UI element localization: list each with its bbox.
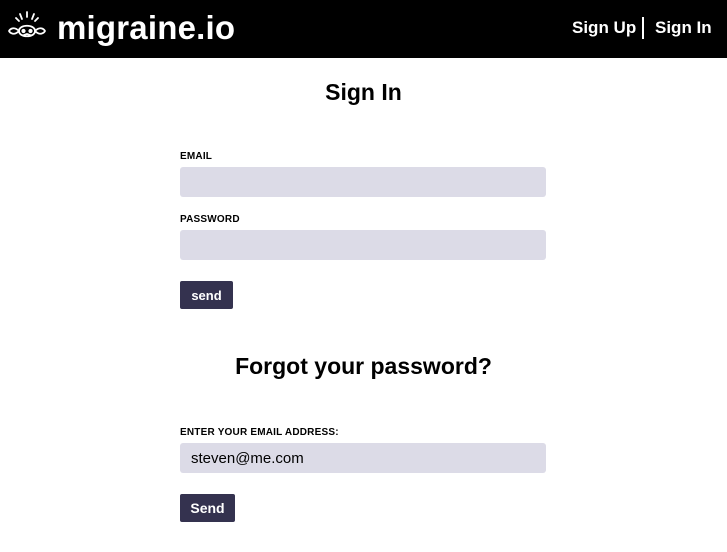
nav-sign-up-link[interactable]: Sign Up <box>572 17 636 39</box>
nav-divider <box>642 17 644 39</box>
email-label: EMAIL <box>180 151 213 162</box>
logo-text[interactable]: migraine.io <box>57 8 235 48</box>
email-field[interactable] <box>180 167 546 197</box>
forgot-email-field[interactable] <box>180 443 546 473</box>
forgot-email-label: ENTER YOUR EMAIL ADDRESS: <box>180 427 339 438</box>
forgot-send-button[interactable]: Send <box>180 494 235 522</box>
nav-sign-in-link[interactable]: Sign In <box>655 17 712 39</box>
top-header: migraine.io Sign Up Sign In <box>0 0 727 58</box>
migraine-head-icon <box>8 11 46 38</box>
forgot-password-title: Forgot your password? <box>235 353 492 379</box>
sign-in-title: Sign In <box>325 79 402 105</box>
password-label: PASSWORD <box>180 214 240 225</box>
sign-in-send-button[interactable]: send <box>180 281 233 309</box>
password-field[interactable] <box>180 230 546 260</box>
